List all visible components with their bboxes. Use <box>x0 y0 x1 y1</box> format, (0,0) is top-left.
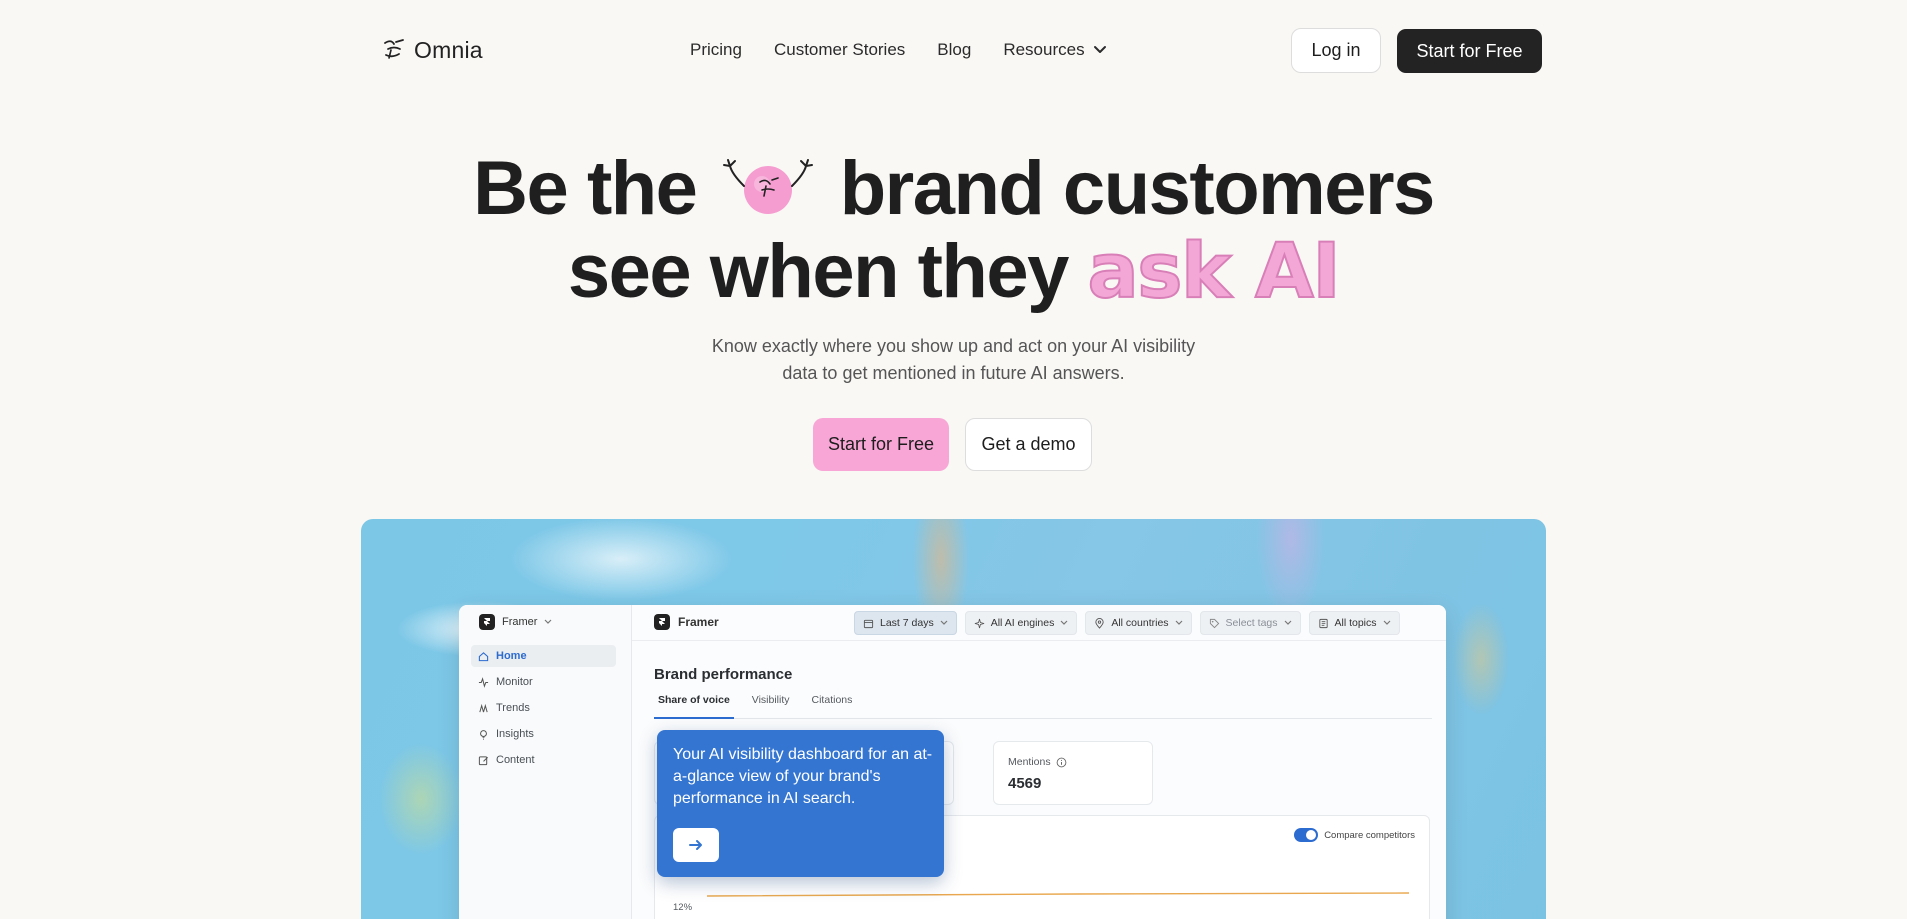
tag-icon <box>1209 618 1219 628</box>
sidebar-item-insights[interactable]: Insights <box>471 723 616 745</box>
mentions-label-wrap: Mentions <box>1008 756 1067 768</box>
activity-icon <box>478 676 489 688</box>
tooltip-text: Your AI visibility dashboard for an at-a… <box>673 746 933 807</box>
trends-icon <box>479 703 488 712</box>
mentions-value: 4569 <box>1008 775 1042 792</box>
filter-label: All AI engines <box>990 617 1055 629</box>
filter-countries[interactable]: All countries <box>1085 611 1192 635</box>
omnia-logo-icon <box>384 39 404 59</box>
hero-subtitle-line-1: Know exactly where you show up and act o… <box>711 336 1196 356</box>
y-axis-tick: 12% <box>673 902 693 913</box>
sidebar-item-label: Trends <box>496 702 530 714</box>
sidebar-item-home[interactable]: Home <box>471 645 616 667</box>
info-icon[interactable] <box>1056 757 1067 768</box>
filter-label: Select tags <box>1225 617 1278 629</box>
topbar-brand: Framer <box>654 614 719 630</box>
hero-line-2: see when they ask AI <box>0 229 1907 314</box>
chevron-down-icon <box>545 619 552 624</box>
hero-ask-ai: ask AI <box>1087 226 1342 315</box>
stat-card-mentions: Mentions 4569 <box>993 741 1153 805</box>
chevron-down-icon <box>940 620 948 625</box>
chevron-down-icon <box>1383 620 1390 625</box>
nav-links: Pricing Customer Stories Blog Resources <box>690 40 1107 60</box>
home-icon <box>478 651 489 661</box>
app-sidebar: Framer Home Monitor Trends Insights Cont… <box>459 605 632 919</box>
workspace-switcher[interactable]: Framer <box>479 614 552 630</box>
nav-link-resources[interactable]: Resources <box>1003 40 1106 60</box>
hero-line-1-start: Be the <box>473 146 698 231</box>
mentions-label: Mentions <box>1008 756 1051 768</box>
nav-link-pricing[interactable]: Pricing <box>690 40 742 60</box>
app-topbar: Framer Last 7 days All AI engines All co… <box>632 605 1446 641</box>
chevron-down-icon <box>1093 46 1106 53</box>
filter-date-range[interactable]: Last 7 days <box>854 611 957 635</box>
chevron-down-icon <box>1175 620 1182 625</box>
filter-label: All topics <box>1334 617 1377 629</box>
filter-label: Last 7 days <box>880 617 934 629</box>
chevron-down-icon <box>1284 620 1291 625</box>
sidebar-nav: Home Monitor Trends Insights Content <box>471 645 616 775</box>
framer-logo-icon <box>654 614 670 630</box>
filter-ai-engines[interactable]: All AI engines <box>964 611 1078 635</box>
brand-performance-title: Brand performance <box>654 666 793 683</box>
onboarding-tooltip: Your AI visibility dashboard for an at-a… <box>657 730 944 877</box>
tooltip-next-button[interactable] <box>673 828 719 862</box>
performance-tabs: Share of voice Visibility Citations <box>654 694 1432 719</box>
brand-name: Omnia <box>414 36 483 63</box>
lightbulb-icon <box>480 729 487 740</box>
hero-line-2-start: see when they <box>567 229 1070 314</box>
tab-share-of-voice[interactable]: Share of voice <box>654 694 734 719</box>
nav-link-blog[interactable]: Blog <box>937 40 971 60</box>
mascot-illustration <box>723 159 814 214</box>
hero-line-1: Be the brand customers <box>0 148 1907 230</box>
tab-citations[interactable]: Citations <box>808 694 857 719</box>
filter-bar: Last 7 days All AI engines All countries <box>854 611 1400 635</box>
tab-visibility[interactable]: Visibility <box>748 694 794 719</box>
nav-link-customer-stories[interactable]: Customer Stories <box>774 40 905 60</box>
sidebar-item-content[interactable]: Content <box>471 749 616 771</box>
sidebar-item-trends[interactable]: Trends <box>471 697 616 719</box>
topbar-brand-name: Framer <box>678 615 719 629</box>
filter-topics[interactable]: All topics <box>1308 611 1400 635</box>
sidebar-item-label: Content <box>496 754 535 766</box>
filter-label: All countries <box>1111 617 1169 629</box>
top-nav: Omnia Pricing Customer Stories Blog Reso… <box>0 0 1907 100</box>
hero-title: Be the brand customers see when they ask… <box>0 148 1907 313</box>
edit-icon <box>478 755 488 765</box>
arrow-right-icon <box>689 840 702 850</box>
brand-logo[interactable]: Omnia <box>382 36 483 64</box>
framer-logo-icon <box>479 614 495 630</box>
hero-subtitle: Know exactly where you show up and act o… <box>0 333 1907 387</box>
dashboard-preview: Framer Home Monitor Trends Insights Cont… <box>459 605 1446 919</box>
chevron-down-icon <box>1060 620 1068 625</box>
sidebar-item-label: Monitor <box>496 676 533 688</box>
workspace-name: Framer <box>502 616 538 628</box>
product-showcase: Framer Home Monitor Trends Insights Cont… <box>361 519 1546 919</box>
sparkle-icon <box>974 618 984 628</box>
location-icon <box>1095 617 1104 629</box>
start-free-nav-button[interactable]: Start for Free <box>1397 29 1542 73</box>
start-free-hero-button[interactable]: Start for Free <box>813 418 949 471</box>
nav-link-resources-label: Resources <box>1003 40 1085 59</box>
sidebar-item-monitor[interactable]: Monitor <box>471 671 616 693</box>
login-button[interactable]: Log in <box>1291 28 1381 73</box>
sidebar-item-label: Insights <box>496 728 534 740</box>
filter-tags[interactable]: Select tags <box>1199 611 1301 635</box>
hero-subtitle-line-2: data to get mentioned in future AI answe… <box>782 363 1125 383</box>
sidebar-item-label: Home <box>496 650 527 662</box>
topics-icon <box>1318 618 1328 628</box>
calendar-icon <box>863 619 874 628</box>
hero-line-1-end: brand customers <box>839 146 1436 231</box>
get-demo-button[interactable]: Get a demo <box>965 418 1092 471</box>
